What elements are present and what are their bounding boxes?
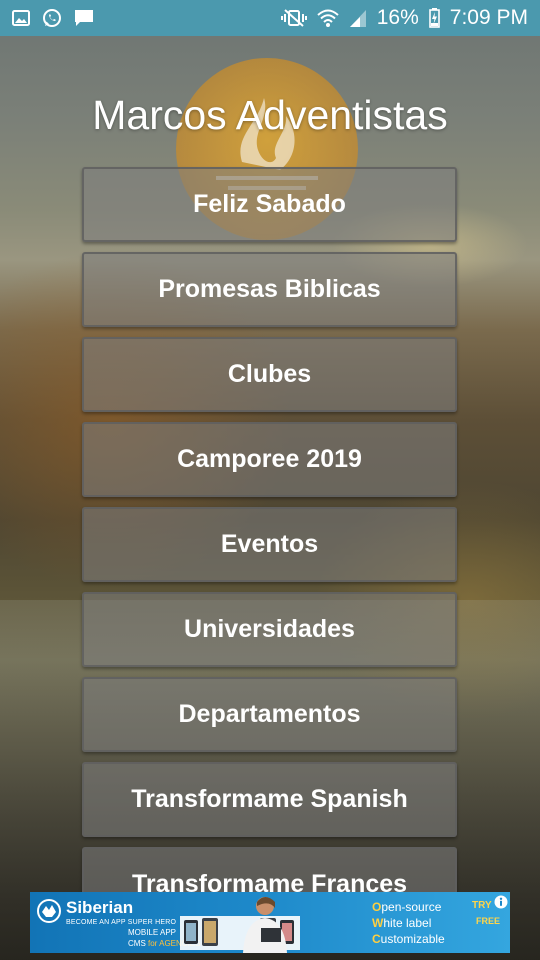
ad-info-icon[interactable] [494,895,508,909]
ad-copy-line3: Customizable [372,931,445,947]
app-screen: 16% 7:09 PM Marcos Adventistas Feliz Sab… [0,0,540,960]
menu-button-camporee-2019[interactable]: Camporee 2019 [82,422,457,497]
vibrate-mute-icon [280,8,307,28]
menu-list: Feliz Sabado Promesas Biblicas Clubes Ca… [82,167,457,932]
ad-person-image [243,897,287,953]
ad-copy-line2-a: W [372,916,384,930]
menu-button-transformame-spanish[interactable]: Transformame Spanish [82,762,457,837]
siberian-logo-icon [37,899,61,923]
menu-button-departamentos[interactable]: Departamentos [82,677,457,752]
message-icon [74,9,94,27]
menu-button-universidades[interactable]: Universidades [82,592,457,667]
ad-copy-line3-a: C [372,932,381,946]
ad-brand-name: Siberian [66,898,134,917]
battery-charging-icon [428,8,440,28]
ad-copy-line2-b: hite label [383,916,432,930]
ad-brand: Siberian BECOME AN APP SUPER HERO [36,898,176,929]
ad-banner[interactable]: Siberian BECOME AN APP SUPER HERO MOBILE… [30,892,510,953]
signal-icon [349,8,367,28]
menu-button-eventos[interactable]: Eventos [82,507,457,582]
clock: 7:09 PM [449,6,528,29]
menu-button-feliz-sabado[interactable]: Feliz Sabado [82,167,457,242]
ad-try-label: TRY [472,900,492,911]
ad-copy: Open-source White label Customizable [372,899,445,947]
app-title: Marcos Adventistas [92,92,448,138]
ad-copy-line1: Open-source [372,899,445,915]
whatsapp-icon [42,8,62,28]
gallery-icon [12,10,30,26]
menu-button-promesas-biblicas[interactable]: Promesas Biblicas [82,252,457,327]
ad-brand-tagline: BECOME AN APP SUPER HERO [66,919,177,926]
status-bar: 16% 7:09 PM [0,0,540,36]
ad-copy-line3-b: ustomizable [380,932,445,946]
ad-copy-line1-a: O [372,900,382,914]
menu-button-clubes[interactable]: Clubes [82,337,457,412]
battery-percent: 16% [376,6,419,29]
wifi-icon [317,8,339,28]
ad-copy-line2: White label [372,915,445,931]
ad-sub-line2-a: CMS [128,939,148,948]
ad-free-label: FREE [476,916,501,926]
ad-copy-line1-b: pen-source [381,900,442,914]
